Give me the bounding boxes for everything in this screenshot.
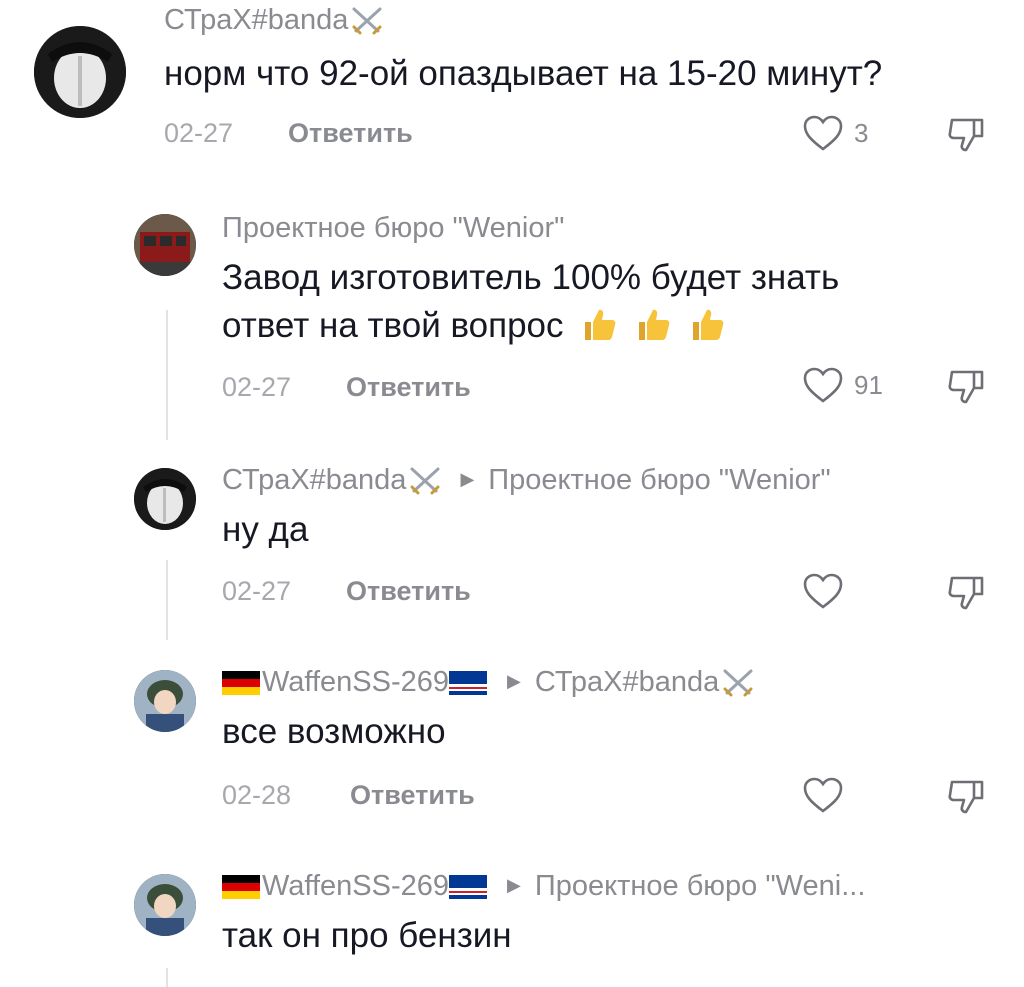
reply-button[interactable]: Ответить (346, 576, 471, 607)
thumbs-up-emoji-icon (639, 309, 670, 340)
reply-to-name[interactable]: Проектное бюро "Wenior" (488, 464, 830, 497)
author-name[interactable]: WaffenSS-269 (262, 870, 449, 903)
comment-text: ответ на твой вопрос (222, 306, 564, 345)
avatar[interactable] (134, 874, 196, 936)
comment-date: 02-27 (222, 372, 292, 402)
comment-text: норм что 92-ой опаздывает на 15-20 минут… (164, 54, 883, 93)
triangle-right-icon: ▶ (507, 671, 521, 691)
reply-to-name[interactable]: СТраХ#banda (535, 666, 719, 699)
reply-button[interactable]: Ответить (346, 372, 471, 403)
avatar[interactable] (34, 26, 126, 118)
comment-author[interactable]: СТраХ#banda ▶ Проектное бюро "Wenior" (222, 464, 831, 497)
cape-verde-flag-icon (449, 874, 487, 899)
thumbs-down-outline-icon (948, 576, 984, 610)
comment-text: так он про бензин (222, 916, 512, 955)
comment-1: СТраХ#banda норм что 92-ой опаздывает на… (0, 0, 1024, 180)
thumbs-down-outline-icon (948, 780, 984, 814)
heart-outline-icon (803, 367, 843, 403)
like-button[interactable] (802, 776, 844, 814)
comment-date: 02-27 (164, 118, 234, 148)
heart-outline-icon (803, 115, 843, 151)
crossed-swords-icon (352, 7, 382, 34)
cape-verde-flag-icon (449, 670, 487, 695)
comment-date: 02-27 (222, 576, 292, 606)
crossed-swords-icon (410, 467, 440, 494)
triangle-right-icon: ▶ (460, 469, 475, 489)
german-flag-icon (222, 670, 260, 695)
thumbs-down-outline-icon (948, 118, 984, 152)
comment-author[interactable]: WaffenSS-269 ▶ СТраХ#banda (222, 666, 755, 699)
thumbs-up-emoji-icon (692, 309, 724, 340)
thread-line (166, 310, 168, 440)
triangle-right-icon: ▶ (507, 875, 521, 895)
comment-text-line-2: ответ на твой вопрос (222, 300, 725, 352)
comment-author[interactable]: СТраХ#banda (164, 4, 384, 37)
comment-text: все возможно (222, 712, 446, 751)
thumbs-down-outline-icon (948, 370, 984, 404)
reply-to-name[interactable]: Проектное бюро "Weni... (535, 870, 866, 903)
thread-line (166, 968, 168, 987)
heart-outline-icon (803, 573, 843, 609)
crossed-swords-icon (723, 669, 753, 696)
comment-text-line-1: Завод изготовитель 100% будет знать (222, 258, 840, 297)
dislike-button[interactable] (946, 572, 986, 617)
author-name[interactable]: СТраХ#banda (222, 464, 406, 497)
comment-author[interactable]: Проектное бюро "Wenior" (222, 212, 564, 245)
german-flag-icon (222, 874, 260, 899)
avatar[interactable] (134, 670, 196, 732)
thread-line (166, 560, 168, 640)
reply-button[interactable]: Ответить (288, 118, 413, 149)
like-button[interactable] (802, 572, 844, 610)
comment-text: ну да (222, 510, 309, 549)
dislike-button[interactable] (946, 114, 986, 159)
dislike-button[interactable] (946, 776, 986, 821)
thumbs-up-emoji-icon (585, 309, 616, 340)
like-button[interactable]: 3 (802, 114, 868, 152)
like-count: 3 (854, 117, 869, 148)
like-button[interactable]: 91 (802, 366, 883, 404)
comment-author[interactable]: WaffenSS-269 ▶ Проектное бюро "Weni... (222, 870, 865, 903)
author-name[interactable]: WaffenSS-269 (262, 666, 449, 699)
dislike-button[interactable] (946, 366, 986, 411)
reply-button[interactable]: Ответить (350, 780, 475, 811)
like-count: 91 (854, 369, 883, 400)
comment-date: 02-28 (222, 780, 292, 810)
heart-outline-icon (803, 777, 843, 813)
author-name[interactable]: СТраХ#banda (164, 4, 348, 37)
avatar[interactable] (134, 214, 196, 276)
avatar[interactable] (134, 468, 196, 530)
